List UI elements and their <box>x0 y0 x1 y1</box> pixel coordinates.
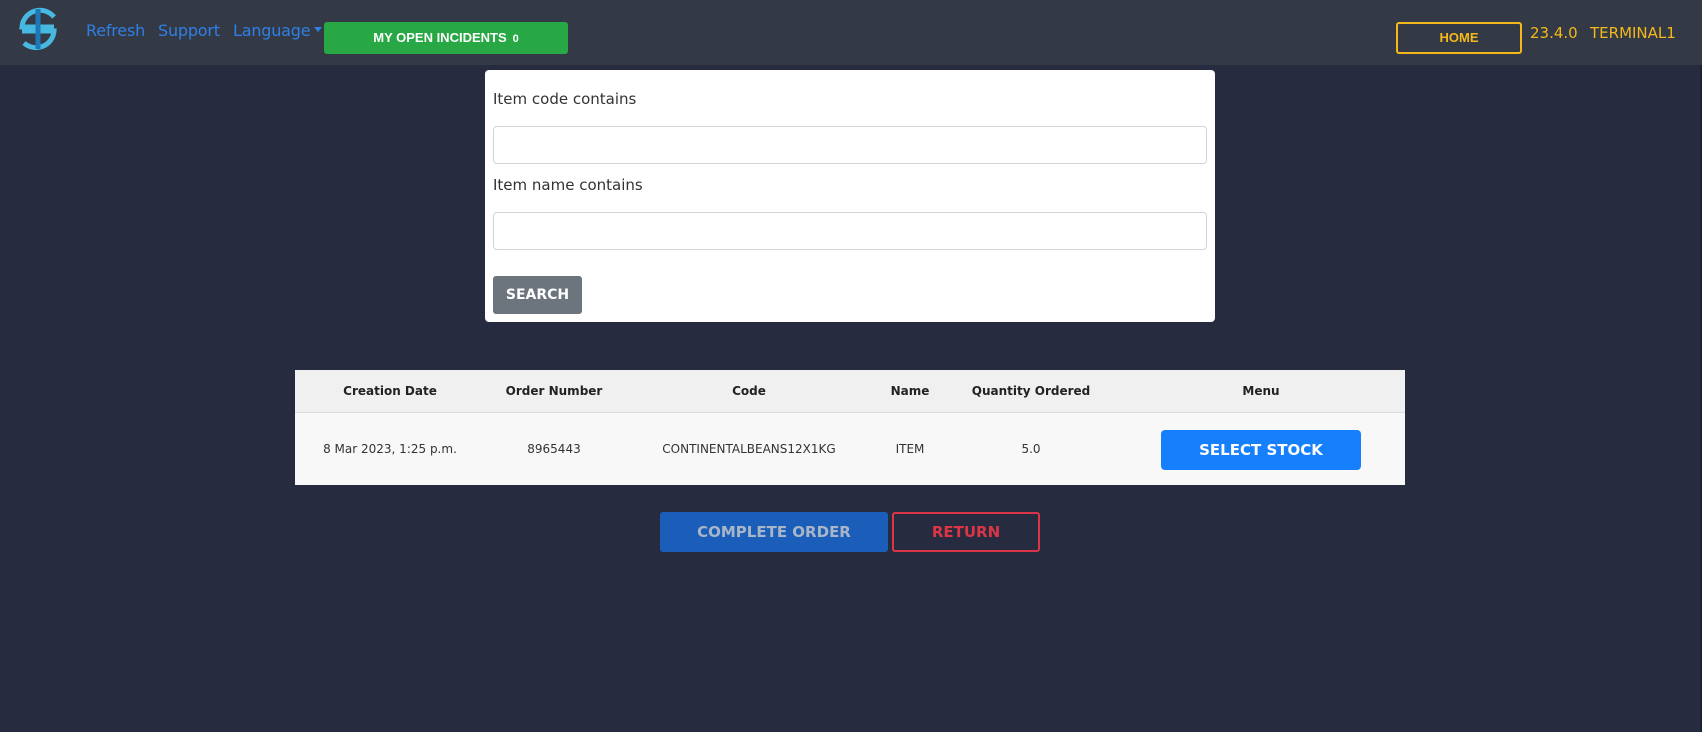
refresh-link[interactable]: Refresh <box>86 21 145 40</box>
item-name-input[interactable] <box>493 212 1207 250</box>
item-code-label: Item code contains <box>493 90 637 108</box>
incidents-label: MY OPEN INCIDENTS <box>373 30 507 45</box>
search-button[interactable]: SEARCH <box>493 276 582 314</box>
search-card: Item code contains Item name contains SE… <box>485 70 1215 322</box>
cell-menu: SELECT STOCK <box>1117 412 1405 485</box>
app-logo-icon[interactable] <box>14 5 62 53</box>
table-row: 8 Mar 2023, 1:25 p.m. 8965443 CONTINENTA… <box>295 412 1405 485</box>
version-label: 23.4.0 <box>1530 24 1578 42</box>
complete-order-button[interactable]: COMPLETE ORDER <box>660 512 888 552</box>
cell-order-number: 8965443 <box>527 441 581 456</box>
column-header-name[interactable]: Name <box>875 370 945 413</box>
column-header-quantity-ordered[interactable]: Quantity Ordered <box>945 370 1117 413</box>
my-open-incidents-button[interactable]: MY OPEN INCIDENTS 0 <box>324 22 568 54</box>
column-header-menu: Menu <box>1117 370 1405 413</box>
item-name-label: Item name contains <box>493 176 643 194</box>
top-navbar: Refresh Support Language MY OPEN INCIDEN… <box>0 0 1702 65</box>
cell-name: ITEM <box>895 441 925 456</box>
terminal-label: TERMINAL1 <box>1590 24 1676 42</box>
language-dropdown[interactable]: Language <box>233 21 323 40</box>
language-label: Language <box>233 21 311 40</box>
cell-code: CONTINENTALBEANS12X1KG <box>662 441 836 456</box>
select-stock-button[interactable]: SELECT STOCK <box>1161 429 1361 470</box>
table-header-row: Creation Date Order Number Code Name Qua… <box>295 370 1405 413</box>
return-button[interactable]: RETURN <box>892 512 1040 552</box>
column-header-order-number[interactable]: Order Number <box>485 370 623 413</box>
incidents-count-badge: 0 <box>512 33 519 45</box>
cell-creation-date: 8 Mar 2023, 1:25 p.m. <box>323 441 457 456</box>
orders-table: Creation Date Order Number Code Name Qua… <box>295 370 1405 485</box>
caret-down-icon <box>314 27 323 32</box>
column-header-creation-date[interactable]: Creation Date <box>295 370 485 413</box>
cell-quantity-ordered: 5.0 <box>1021 441 1041 456</box>
support-link[interactable]: Support <box>158 21 220 40</box>
item-code-input[interactable] <box>493 126 1207 164</box>
home-button[interactable]: HOME <box>1396 22 1522 54</box>
column-header-code[interactable]: Code <box>623 370 875 413</box>
